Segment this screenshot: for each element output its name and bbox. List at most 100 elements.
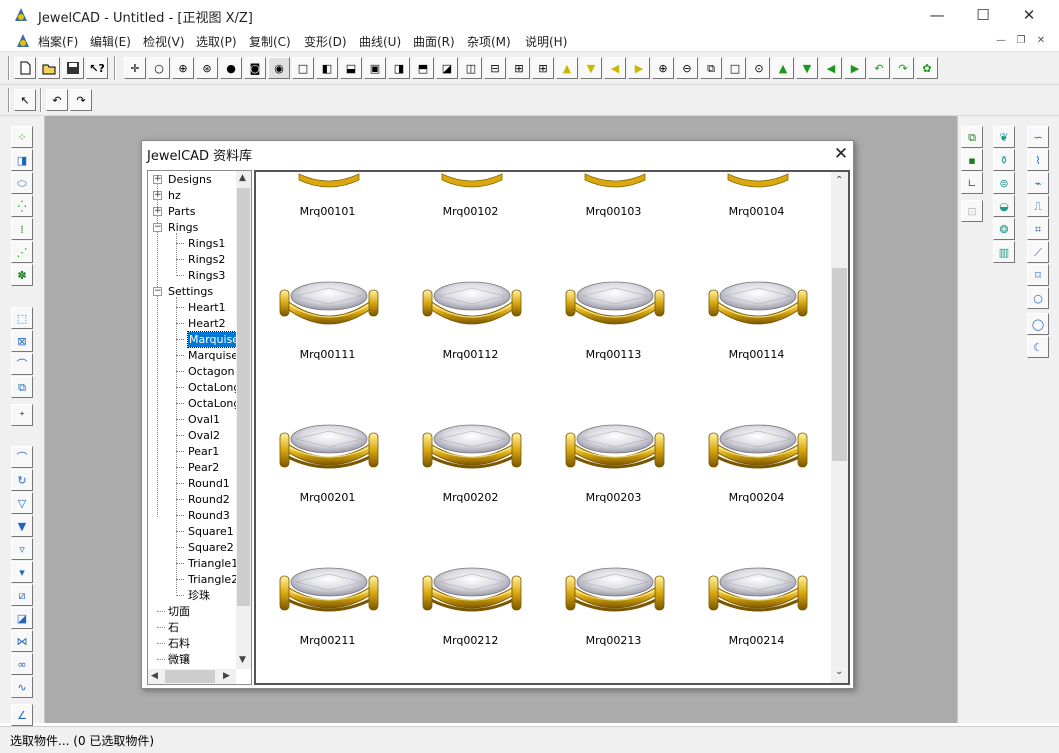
- angle-icon[interactable]: ∠: [11, 704, 33, 726]
- torus-surface-icon[interactable]: ⊜: [993, 172, 1015, 194]
- grid-scroll-thumb[interactable]: [832, 268, 847, 461]
- sweep-surface-icon[interactable]: ◒: [993, 195, 1015, 217]
- expand-parts-toggle[interactable]: +: [153, 207, 162, 216]
- tree-item-hz[interactable]: hz: [168, 188, 181, 203]
- curve-arc-icon[interactable]: ⌒: [11, 446, 33, 468]
- tree-item-setting[interactable]: Pear2: [188, 460, 219, 475]
- tree-scroll-left-icon[interactable]: ◀: [151, 671, 158, 681]
- menu-file[interactable]: 档案(F): [38, 33, 78, 50]
- select-points-icon[interactable]: ⁘: [11, 126, 33, 148]
- view-top-icon[interactable]: ⬒: [412, 57, 434, 79]
- tree-item-setting[interactable]: Triangle1: [188, 556, 238, 571]
- curve-step-icon[interactable]: ⎍: [1027, 195, 1049, 217]
- tree-item-setting[interactable]: 珍珠: [188, 588, 210, 603]
- tree-scroll-up-icon[interactable]: ▲: [239, 173, 246, 183]
- view-center-icon[interactable]: ▣: [364, 57, 386, 79]
- dialog-close-button[interactable]: ✕: [828, 141, 854, 167]
- add-point-icon[interactable]: ⁺: [11, 404, 33, 426]
- bowtie-icon[interactable]: ⋈: [11, 630, 33, 652]
- tree-item-setting[interactable]: Octagon: [188, 364, 234, 379]
- render-view-icon[interactable]: ✿: [916, 57, 938, 79]
- arrow-right-yellow-icon[interactable]: ▶: [628, 57, 650, 79]
- collapse-settings-toggle[interactable]: −: [153, 287, 162, 296]
- rotate-up-icon[interactable]: ▲: [772, 57, 794, 79]
- array-icon[interactable]: ⁛: [11, 195, 33, 217]
- mirror-icon[interactable]: ◨: [11, 149, 33, 171]
- collapse-rings-toggle[interactable]: −: [153, 223, 162, 232]
- menu-view[interactable]: 检视(V): [143, 33, 185, 50]
- tree-item-setting[interactable]: Oval1: [188, 412, 220, 427]
- zoom-fit-icon[interactable]: ⊙: [748, 57, 770, 79]
- curve-box-icon[interactable]: ⌑: [1027, 264, 1049, 286]
- curve-ellipse-icon[interactable]: ◯: [1027, 313, 1049, 335]
- maximize-button[interactable]: ☐: [960, 0, 1006, 30]
- spiral-surface-icon[interactable]: ❂: [993, 218, 1015, 240]
- circle-outline-icon[interactable]: ○: [148, 57, 170, 79]
- ring-points-icon[interactable]: ✽: [11, 264, 33, 286]
- grid-points-icon[interactable]: ⁞: [11, 218, 33, 240]
- point-tool-icon[interactable]: ✛: [124, 57, 146, 79]
- tree-item-setting[interactable]: Oval2: [188, 428, 220, 443]
- tree-item-setting[interactable]: Heart2: [188, 316, 226, 331]
- slant-outline-icon[interactable]: ⧄: [11, 584, 33, 606]
- expand-designs-toggle[interactable]: +: [153, 175, 162, 184]
- view-full-icon[interactable]: □: [292, 57, 314, 79]
- rotate-down-icon[interactable]: ▼: [796, 57, 818, 79]
- curve-grid-icon[interactable]: ⌗: [1027, 218, 1049, 240]
- tree-item-rings1[interactable]: Rings1: [188, 236, 225, 251]
- menu-select[interactable]: 选取(P): [196, 33, 237, 50]
- vase-surface-icon[interactable]: ⚱: [993, 149, 1015, 171]
- feather-icon[interactable]: ❦: [993, 126, 1015, 148]
- tree-item-setting[interactable]: OctaLong: [188, 380, 240, 395]
- zoom-window-icon[interactable]: ⧉: [700, 57, 722, 79]
- library-item-tile[interactable]: Mrq00212: [399, 567, 542, 683]
- redo-icon[interactable]: ↷: [70, 89, 92, 111]
- toolbar-grip[interactable]: [8, 56, 10, 80]
- tree-item-setting[interactable]: Round1: [188, 476, 230, 491]
- rotate-left-icon[interactable]: ◀: [820, 57, 842, 79]
- curve-bezier-icon[interactable]: ⌇: [1027, 149, 1049, 171]
- tree-item-setting[interactable]: Heart1: [188, 300, 226, 315]
- zoom-all-icon[interactable]: □: [724, 57, 746, 79]
- split-four-icon[interactable]: ⊞: [508, 57, 530, 79]
- infinity-icon[interactable]: ∞: [11, 653, 33, 675]
- split-vertical-icon[interactable]: ◫: [460, 57, 482, 79]
- view-bottom-icon[interactable]: ⬓: [340, 57, 362, 79]
- rotate-cw-icon[interactable]: ↷: [892, 57, 914, 79]
- menu-copy[interactable]: 复制(C): [249, 33, 291, 50]
- triangle-filled-icon[interactable]: ▼: [11, 515, 33, 537]
- grid-four-icon[interactable]: ⊞: [532, 57, 554, 79]
- close-window-button[interactable]: ✕: [1006, 0, 1052, 30]
- arrow-left-yellow-icon[interactable]: ◀: [604, 57, 626, 79]
- split-horizontal-icon[interactable]: ⊟: [484, 57, 506, 79]
- tree-item-setting[interactable]: Pear1: [188, 444, 219, 459]
- box-select-icon[interactable]: ⊠: [11, 330, 33, 352]
- window-select-icon[interactable]: ⬚: [11, 307, 33, 329]
- tree-item-setting[interactable]: OctaLong: [188, 396, 240, 411]
- move-shape-icon[interactable]: ⧉: [11, 376, 33, 398]
- mdi-minimize-button[interactable]: —: [992, 32, 1010, 49]
- tree-item-setting[interactable]: Marquise: [186, 331, 242, 348]
- triangle-bold-icon[interactable]: ▾: [11, 561, 33, 583]
- jewelcad-app-icon[interactable]: [12, 6, 30, 24]
- curve-line-icon[interactable]: ⟋: [1027, 241, 1049, 263]
- mdi-close-button[interactable]: ✕: [1032, 32, 1050, 49]
- center-point-icon[interactable]: ▪: [961, 149, 983, 171]
- rotate-ccw-icon[interactable]: ↶: [868, 57, 890, 79]
- tree-item-rings3[interactable]: Rings3: [188, 268, 225, 283]
- mdi-restore-button[interactable]: ❐: [1012, 32, 1030, 49]
- diagonal-points-icon[interactable]: ⋰: [11, 241, 33, 263]
- tree-item-setting[interactable]: Square1: [188, 524, 234, 539]
- curve-c-icon[interactable]: ☾: [1027, 336, 1049, 358]
- tree-item-setting[interactable]: Round3: [188, 508, 230, 523]
- tree-item-rings[interactable]: Rings: [168, 220, 198, 235]
- view-left-icon[interactable]: ◧: [316, 57, 338, 79]
- curve-edit-icon[interactable]: ⌁: [1027, 172, 1049, 194]
- triangle-outline-icon[interactable]: ▽: [11, 492, 33, 514]
- save-icon[interactable]: [62, 57, 84, 79]
- library-item-tile[interactable]: Mrq00213: [542, 567, 685, 683]
- zoom-in-icon[interactable]: ⊕: [652, 57, 674, 79]
- arrow-up-yellow-icon[interactable]: ▲: [556, 57, 578, 79]
- corner-icon[interactable]: ∟: [961, 172, 983, 194]
- grid-scroll-up-icon[interactable]: ⌃: [835, 175, 843, 186]
